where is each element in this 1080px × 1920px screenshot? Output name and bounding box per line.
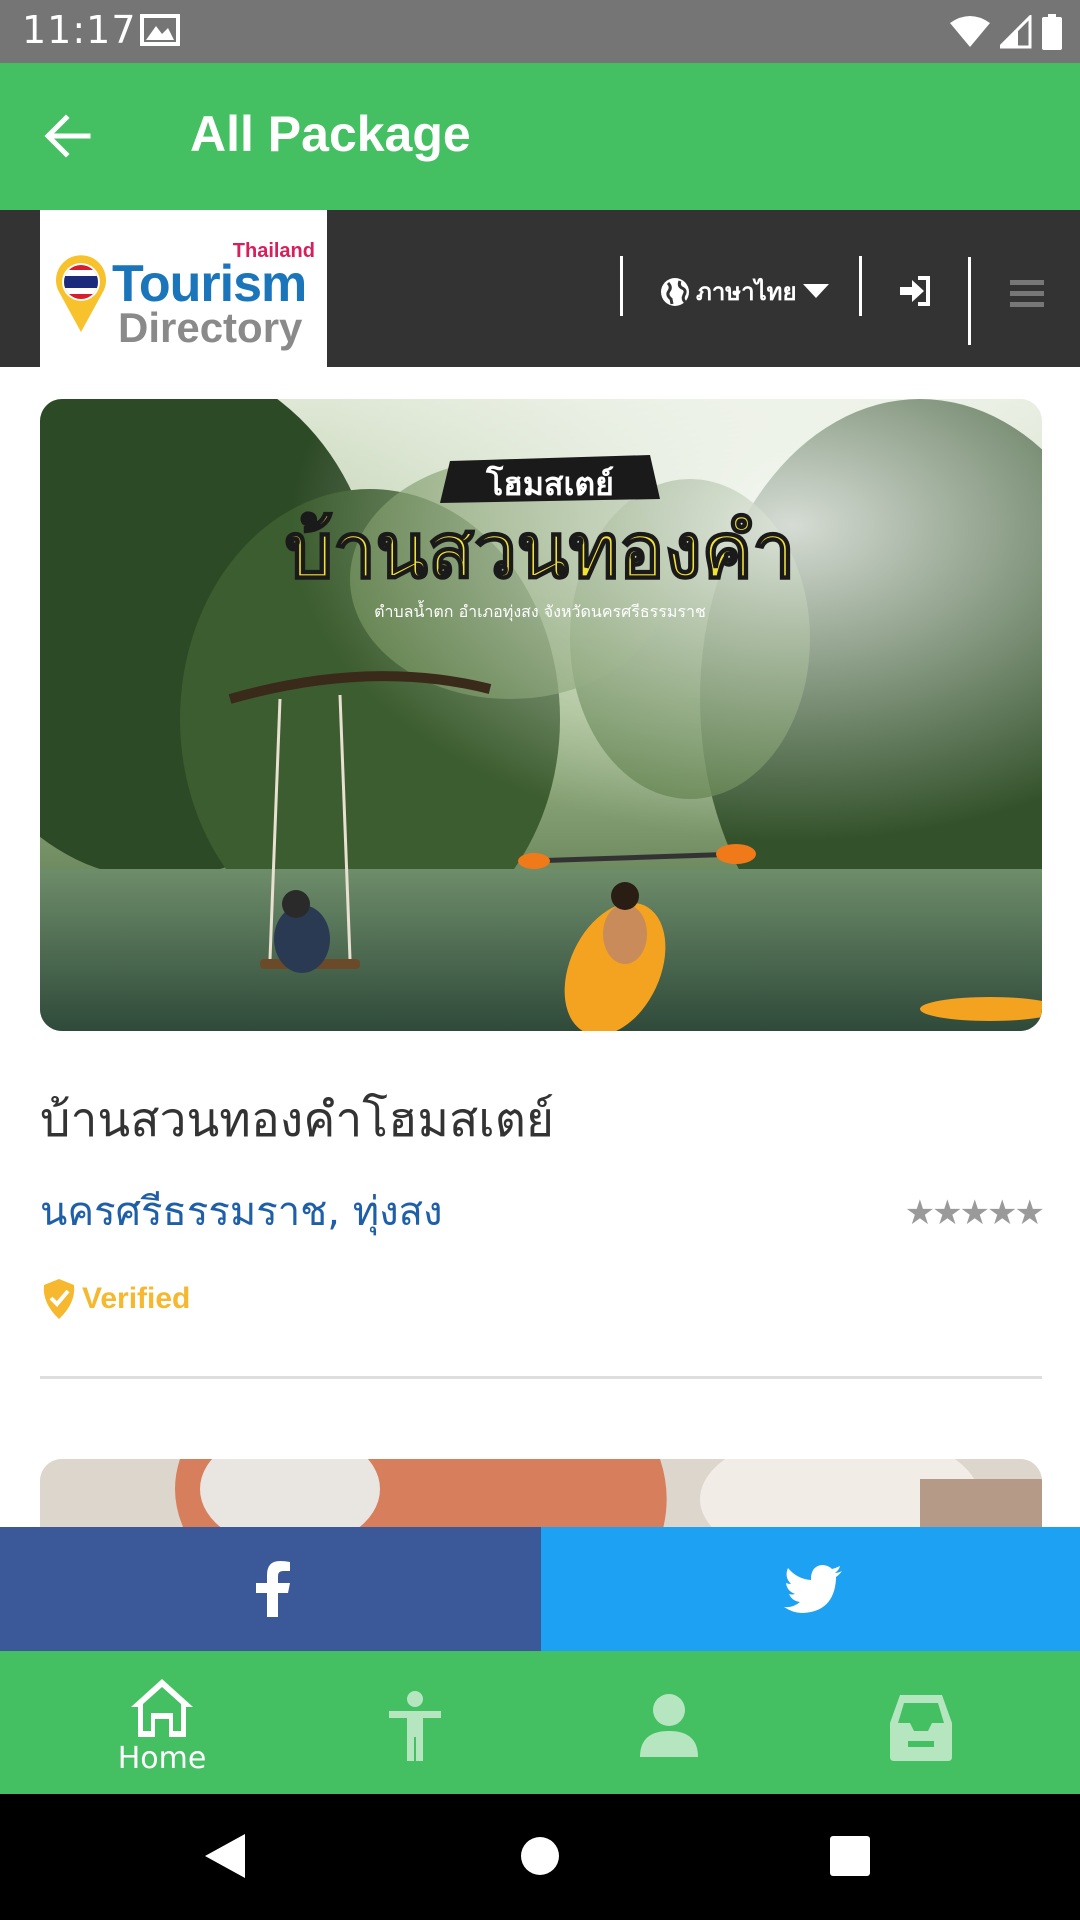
wifi-icon (950, 16, 990, 47)
verified-label: Verified (82, 1282, 191, 1315)
sign-in-icon[interactable] (898, 274, 932, 308)
card-divider (40, 1376, 1042, 1379)
header-divider (859, 256, 862, 316)
logo-directory-text: Directory (118, 304, 303, 351)
page-title: All Package (190, 106, 471, 162)
package-photo[interactable]: โฮมสเตย์ บ้านสวนทองคำ ตำบลน้ำตก อำเภอทุ่… (40, 399, 1042, 1031)
photo-address-text: ตำบลน้ำตก อำเภอทุ่งสง จังหวัดนครศรีธรรมร… (374, 600, 706, 622)
header-divider (968, 257, 971, 345)
package-photo-image: โฮมสเตย์ บ้านสวนทองคำ ตำบลน้ำตก อำเภอทุ่… (40, 399, 1042, 1031)
nav-home-label: Home (117, 1741, 207, 1776)
back-arrow-icon[interactable] (40, 108, 96, 164)
verified-badge: Verified (40, 1277, 190, 1321)
header-divider (620, 256, 623, 316)
next-package-photo[interactable] (40, 1459, 1042, 1527)
site-header: Thailand Tourism Directory ภาษาไทย (0, 210, 1080, 367)
user-icon (640, 1694, 698, 1757)
verified-check-icon (43, 1279, 75, 1319)
home-icon (131, 1679, 193, 1737)
battery-icon (1042, 14, 1062, 50)
package-title[interactable]: บ้านสวนทองคำโฮมสเตย์ (40, 1082, 554, 1158)
next-package-photo-image (40, 1459, 1042, 1527)
app-bar: All Package (0, 63, 1080, 210)
package-list: โฮมสเตย์ บ้านสวนทองคำ ตำบลน้ำตก อำเภอทุ่… (0, 367, 1080, 1527)
facebook-share-button[interactable] (0, 1527, 541, 1651)
status-bar: 11:17 (0, 0, 1080, 63)
bottom-navigation: Home (0, 1651, 1080, 1794)
thai-flag-pin-icon (56, 255, 106, 332)
nav-bookings[interactable] (786, 1651, 1056, 1794)
hamburger-menu-icon[interactable] (1010, 280, 1044, 308)
language-selector[interactable]: ภาษาไทย (660, 272, 829, 311)
system-navigation-bar (0, 1794, 1080, 1920)
gallery-notification-icon (140, 14, 180, 46)
inbox-icon (890, 1695, 952, 1761)
facebook-icon (256, 1561, 290, 1617)
package-location[interactable]: นครศรีธรรมราช, ทุ่งสง (40, 1179, 443, 1243)
person-standing-icon (389, 1691, 441, 1761)
twitter-share-button[interactable] (541, 1527, 1080, 1651)
photo-tag-text: โฮมสเตย์ (485, 465, 614, 503)
tourism-directory-logo[interactable]: Thailand Tourism Directory (40, 210, 327, 367)
system-recents-icon[interactable] (830, 1836, 870, 1876)
caret-down-icon (802, 283, 829, 298)
twitter-icon (784, 1565, 842, 1613)
system-back-icon[interactable] (205, 1834, 245, 1878)
photo-name-text: บ้านสวนทองคำ (285, 506, 795, 595)
share-bar (0, 1527, 1080, 1651)
status-time: 11:17 (22, 8, 137, 52)
nav-home[interactable]: Home (27, 1651, 297, 1794)
status-icons (950, 12, 1062, 52)
signal-icon (1000, 15, 1032, 49)
nav-profile[interactable] (534, 1651, 804, 1794)
globe-icon (661, 277, 689, 306)
system-home-icon[interactable] (520, 1836, 560, 1876)
rating-stars: ★★★★★ (904, 1193, 1045, 1233)
language-label: ภาษาไทย (696, 278, 797, 306)
nav-activities[interactable] (280, 1651, 550, 1794)
